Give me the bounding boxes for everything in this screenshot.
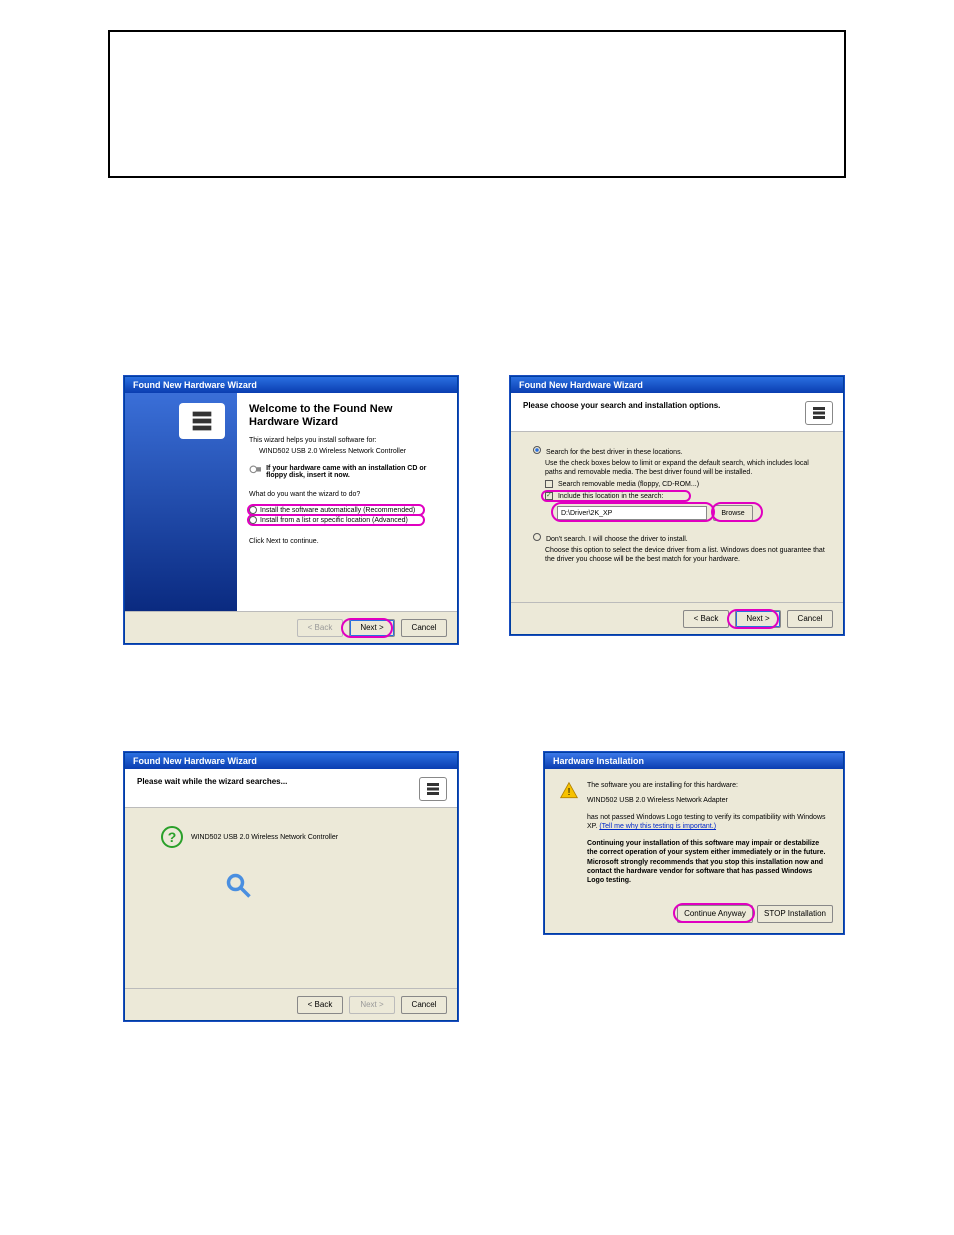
screenshot-row-2: Found New Hardware Wizard Please wait wh…	[0, 752, 954, 1021]
cd-hint-row: If your hardware came with an installati…	[249, 465, 445, 479]
magnifier-icon	[225, 872, 253, 900]
radio-advanced[interactable]: Install from a list or specific location…	[249, 516, 445, 524]
logo-testing-text: has not passed Windows Logo testing to v…	[587, 813, 829, 831]
checkbox-removable-label: Search removable media (floppy, CD-ROM..…	[558, 481, 699, 488]
wizard-header: Please wait while the wizard searches...	[125, 769, 457, 808]
wizard-body: Welcome to the Found New Hardware Wizard…	[125, 393, 457, 611]
radio-search[interactable]: Search for the best driver in these loca…	[533, 446, 827, 456]
back-button[interactable]: < Back	[297, 619, 343, 637]
radio-advanced-label: Install from a list or specific location…	[260, 517, 408, 524]
search-help-text: Use the check boxes below to limit or ex…	[545, 459, 827, 477]
cancel-button[interactable]: Cancel	[401, 619, 447, 637]
next-button[interactable]: Next >	[349, 996, 395, 1014]
warning-icon: !	[559, 781, 579, 801]
cancel-button[interactable]: Cancel	[401, 996, 447, 1014]
browse-button[interactable]: Browse	[713, 505, 753, 521]
device-name: WIND502 USB 2.0 Wireless Network Control…	[191, 834, 338, 841]
radio-search-label: Search for the best driver in these loca…	[546, 449, 683, 456]
radio-icon	[249, 506, 257, 514]
next-button[interactable]: Next >	[735, 610, 781, 628]
path-row: D:\Driver\2K_XP Browse	[557, 505, 827, 521]
button-row: < Back Next > Cancel	[511, 602, 843, 634]
stop-installation-button[interactable]: STOP Installation	[757, 905, 833, 923]
back-button[interactable]: < Back	[297, 996, 343, 1014]
device-row: ? WIND502 USB 2.0 Wireless Network Contr…	[161, 826, 441, 848]
wizard-heading: Please wait while the wizard searches...	[137, 777, 287, 786]
dialog-choose-options: Found New Hardware Wizard Please choose …	[510, 376, 844, 635]
titlebar: Hardware Installation	[545, 753, 843, 769]
radio-icon	[533, 446, 541, 454]
cancel-button[interactable]: Cancel	[787, 610, 833, 628]
device-name: WIND502 USB 2.0 Wireless Network Control…	[259, 448, 445, 455]
warning-text: The software you are installing for this…	[587, 781, 829, 885]
radio-icon	[533, 533, 541, 541]
radio-dont-search-label: Don't search. I will choose the driver t…	[546, 536, 688, 543]
checkbox-icon	[545, 480, 553, 488]
radio-auto[interactable]: Install the software automatically (Reco…	[249, 506, 445, 514]
device-icon	[179, 403, 225, 439]
radio-dont-search[interactable]: Don't search. I will choose the driver t…	[533, 533, 827, 543]
tell-me-why-link[interactable]: (Tell me why this testing is important.)	[599, 823, 716, 830]
bold-warning: Continuing your installation of this sof…	[587, 839, 829, 884]
dialog-searching: Found New Hardware Wizard Please wait wh…	[124, 752, 458, 1021]
cd-icon	[249, 465, 262, 479]
titlebar: Found New Hardware Wizard	[125, 377, 457, 393]
wizard-heading: Welcome to the Found New Hardware Wizard	[249, 403, 445, 429]
document-page: Found New Hardware Wizard Welcome to the…	[0, 0, 954, 1235]
titlebar: Found New Hardware Wizard	[511, 377, 843, 393]
searching-body: ? WIND502 USB 2.0 Wireless Network Contr…	[125, 808, 457, 988]
radio-auto-label: Install the software automatically (Reco…	[260, 507, 415, 514]
device-icon	[419, 777, 447, 801]
wizard-heading: Please choose your search and installati…	[523, 401, 720, 410]
dont-search-help-text: Choose this option to select the device …	[545, 546, 827, 564]
device-icon	[805, 401, 833, 425]
device-name: WIND502 USB 2.0 Wireless Network Adapter	[587, 796, 829, 805]
back-button[interactable]: < Back	[683, 610, 729, 628]
continue-anyway-button[interactable]: Continue Anyway	[677, 905, 753, 923]
question-icon: ?	[161, 826, 183, 848]
wizard-sidebar-graphic	[125, 393, 237, 611]
location-path-field[interactable]: D:\Driver\2K_XP	[557, 506, 707, 520]
wizard-content: Welcome to the Found New Hardware Wizard…	[237, 393, 457, 611]
titlebar: Found New Hardware Wizard	[125, 753, 457, 769]
warning-body: ! The software you are installing for th…	[545, 769, 843, 897]
wizard-header: Please choose your search and installati…	[511, 393, 843, 432]
checkbox-include[interactable]: Include this location in the search:	[545, 492, 827, 501]
blank-header-box	[108, 30, 846, 178]
button-row: < Back Next > Cancel	[125, 611, 457, 643]
radio-group: Install the software automatically (Reco…	[249, 506, 445, 524]
warning-line1: The software you are installing for this…	[587, 781, 829, 790]
dialog-hardware-installation: Hardware Installation ! The software you…	[544, 752, 844, 934]
dialog-welcome: Found New Hardware Wizard Welcome to the…	[124, 376, 458, 644]
wizard-question: What do you want the wizard to do?	[249, 491, 445, 498]
button-row: Continue Anyway STOP Installation	[545, 897, 843, 933]
continue-text: Click Next to continue.	[249, 538, 445, 545]
cd-hint-text: If your hardware came with an installati…	[266, 465, 445, 479]
wizard-helps-text: This wizard helps you install software f…	[249, 437, 445, 444]
screenshot-row-1: Found New Hardware Wizard Welcome to the…	[0, 376, 954, 644]
next-button[interactable]: Next >	[349, 619, 395, 637]
checkbox-removable[interactable]: Search removable media (floppy, CD-ROM..…	[545, 480, 827, 489]
checkbox-icon	[545, 492, 553, 500]
wizard-main: Search for the best driver in these loca…	[511, 432, 843, 602]
checkbox-include-label: Include this location in the search:	[558, 493, 663, 500]
svg-text:!: !	[568, 787, 571, 798]
button-row: < Back Next > Cancel	[125, 988, 457, 1020]
radio-icon	[249, 516, 257, 524]
